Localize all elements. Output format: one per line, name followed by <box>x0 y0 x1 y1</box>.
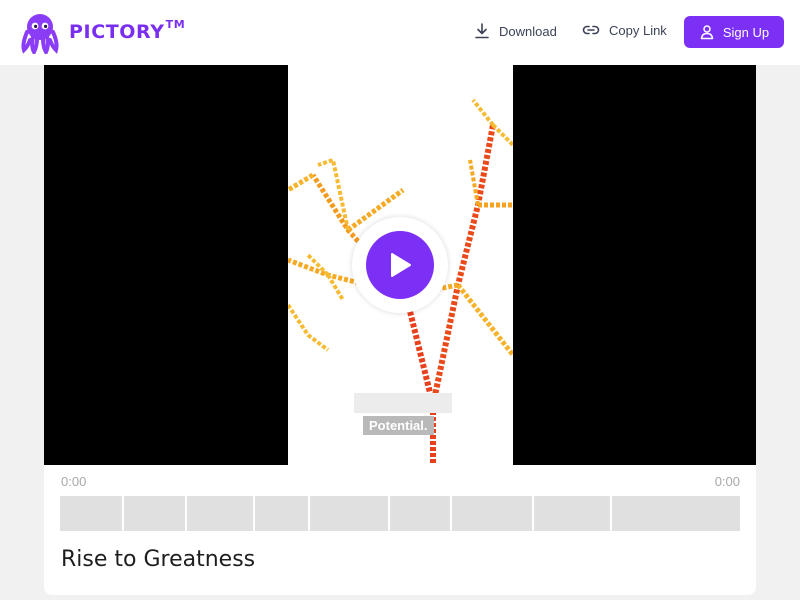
copy-link-button[interactable]: Copy Link <box>582 22 667 38</box>
play-button-fill <box>366 231 434 299</box>
scene-divider <box>610 496 612 531</box>
download-label: Download <box>499 23 557 39</box>
trademark-mark: TM <box>165 18 186 31</box>
scene-divider <box>253 496 255 531</box>
link-icon <box>582 25 600 35</box>
video-title: Rise to Greatness <box>61 547 256 572</box>
play-button[interactable] <box>352 217 448 313</box>
scene-divider <box>185 496 187 531</box>
scene-divider <box>308 496 310 531</box>
download-icon <box>475 23 489 39</box>
scene-timeline[interactable] <box>60 496 740 531</box>
total-duration: 0:00 <box>714 474 740 489</box>
video-player[interactable]: Potential. <box>44 65 756 465</box>
download-button[interactable]: Download <box>474 23 557 39</box>
scene-divider <box>532 496 534 531</box>
octopus-logo-icon <box>21 14 59 54</box>
scene-divider <box>450 496 452 531</box>
pictory-logo[interactable]: PICTORYTM <box>18 10 185 54</box>
video-card: Potential. 0:00 0:00 Rise to Greatness <box>44 65 756 595</box>
play-icon <box>391 253 411 277</box>
user-icon <box>700 25 714 40</box>
sign-up-label: Sign Up <box>722 24 770 40</box>
current-time: 0:00 <box>61 474 87 489</box>
copy-link-label: Copy Link <box>609 22 667 38</box>
brand-name: PICTORYTM <box>69 18 186 43</box>
top-bar: PICTORYTM Download Copy Link Sign Up <box>0 0 800 65</box>
scene-divider <box>122 496 124 531</box>
video-caption: Potential. <box>363 416 434 435</box>
sign-up-button[interactable]: Sign Up <box>684 16 784 48</box>
caption-background <box>354 393 452 413</box>
scene-divider <box>388 496 390 531</box>
